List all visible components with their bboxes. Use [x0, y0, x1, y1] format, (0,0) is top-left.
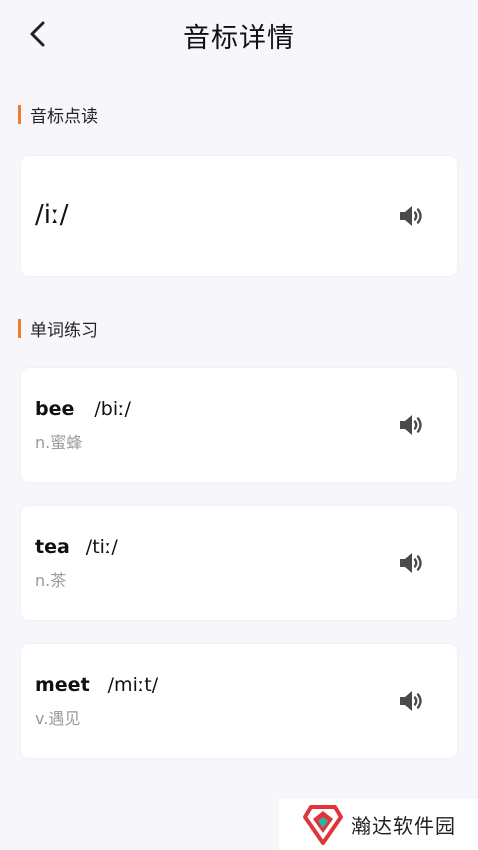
section-accent-bar [18, 104, 21, 124]
word-meaning: n.茶 [35, 571, 67, 590]
speaker-icon [400, 206, 422, 226]
play-phonetic-button[interactable] [397, 202, 425, 230]
play-word-button[interactable] [397, 411, 425, 439]
word-meaning: n.蜜蜂 [35, 433, 83, 452]
hd-logo-icon [303, 804, 343, 845]
watermark: 瀚达软件园 [279, 799, 478, 850]
top-bar: 音标详情 [0, 0, 478, 72]
word-phonetic: /biː/ [94, 398, 131, 420]
section-header-phonetic: 音标点读 [18, 103, 98, 127]
section-accent-bar [18, 318, 21, 338]
word-text: tea [35, 536, 70, 558]
page-title: 音标详情 [183, 23, 295, 54]
word-line: bee /biː/ [35, 398, 131, 420]
phonetic-card: /iː/ [21, 156, 457, 276]
word-phonetic: /tiː/ [85, 536, 118, 558]
speaker-icon [400, 691, 422, 711]
word-text: bee [35, 398, 75, 420]
watermark-text: 瀚达软件园 [351, 814, 456, 838]
play-word-button[interactable] [397, 549, 425, 577]
word-line: meet /miːt/ [35, 674, 158, 696]
speaker-icon [400, 553, 422, 573]
word-card[interactable]: bee /biː/ n.蜜蜂 [21, 368, 457, 482]
section-label: 单词练习 [30, 320, 98, 341]
word-meaning: v.遇见 [35, 709, 81, 728]
word-line: tea /tiː/ [35, 536, 118, 558]
section-label: 音标点读 [30, 106, 98, 127]
word-text: meet [35, 674, 90, 696]
word-phonetic: /miːt/ [107, 674, 159, 696]
play-word-button[interactable] [397, 687, 425, 715]
word-card[interactable]: tea /tiː/ n.茶 [21, 506, 457, 620]
section-header-words: 单词练习 [18, 317, 98, 341]
phonetic-symbol: /iː/ [35, 200, 69, 230]
speaker-icon [400, 415, 422, 435]
word-card[interactable]: meet /miːt/ v.遇见 [21, 644, 457, 758]
